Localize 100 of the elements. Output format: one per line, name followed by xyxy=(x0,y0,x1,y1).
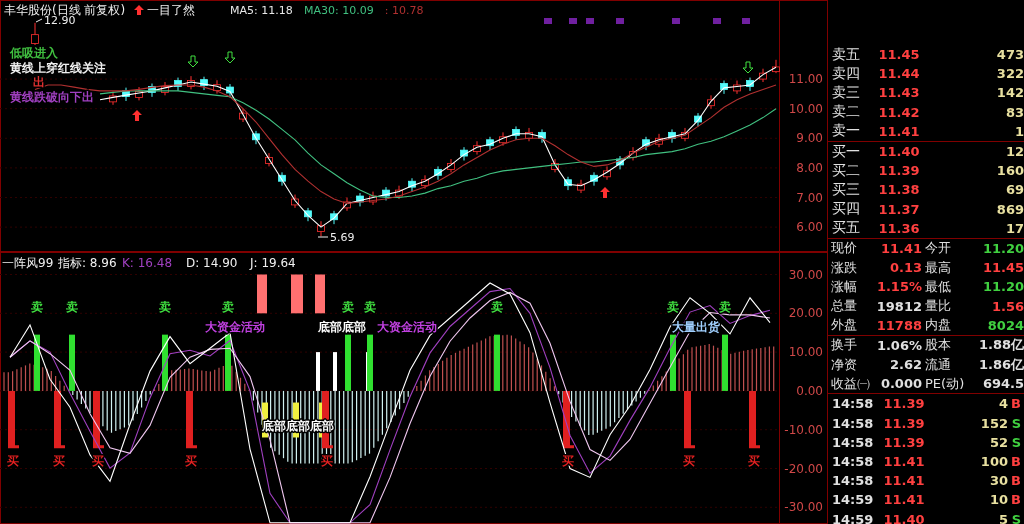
axis-label: 7.00 xyxy=(796,190,823,205)
trade-price: 11.41 xyxy=(882,473,926,489)
sell-signal-label: 卖 xyxy=(667,300,679,315)
order-price: 11.44 xyxy=(877,66,921,82)
signal-legend: 黄线跌破向下出 xyxy=(10,89,94,104)
trade-time: 14:59 xyxy=(831,511,874,524)
order-level-label: 买三 xyxy=(831,180,861,199)
order-level-label: 买四 xyxy=(831,200,861,219)
order-volume: 12 xyxy=(1004,144,1024,160)
stat-label: 净资 xyxy=(830,355,858,374)
axis-label: -30.00 xyxy=(784,500,823,515)
trade-time: 14:58 xyxy=(831,454,874,470)
trade-volume: 30 xyxy=(988,473,1008,489)
marker-icon xyxy=(672,18,680,24)
ma-legend: MA30: 10.09 xyxy=(304,4,374,17)
leader-line xyxy=(35,18,43,23)
indicator-value: K: 16.48 xyxy=(122,256,173,270)
trade-volume: 10 xyxy=(988,492,1008,508)
down-arrow-icon xyxy=(187,55,199,68)
trade-time: 14:58 xyxy=(831,473,874,489)
stat-value: 11.45 xyxy=(981,260,1024,276)
stat-label: 量比 xyxy=(924,297,952,316)
buy-signal-label: 买 xyxy=(683,453,695,468)
trade-price: 11.39 xyxy=(882,434,926,450)
stat-label: 流通 xyxy=(924,355,952,374)
axis-label: 0.00 xyxy=(796,383,823,398)
trade-volume: 4 xyxy=(997,396,1008,412)
stat-value: 694.5 xyxy=(981,376,1024,392)
stat-value: 0.000 xyxy=(879,376,922,392)
indicator-name: 一阵风99 xyxy=(2,256,54,270)
trade-time: 14:58 xyxy=(831,434,874,450)
low-price-label: 5.69 xyxy=(330,231,355,244)
marker-icon xyxy=(586,18,594,24)
down-arrow-icon xyxy=(742,61,754,74)
order-level-label: 卖三 xyxy=(831,83,861,102)
axis-label: 6.00 xyxy=(796,220,823,235)
trade-side: B xyxy=(1010,454,1022,470)
order-price: 11.43 xyxy=(877,85,921,101)
trade-time: 14:58 xyxy=(831,415,874,431)
signal-legend: 黄线上穿红线关注 xyxy=(10,60,106,75)
stat-label: 今开 xyxy=(924,239,952,258)
candlestick xyxy=(772,59,780,74)
signal-note: 底部底部 xyxy=(318,319,366,334)
axis-label: 9.00 xyxy=(796,131,823,146)
order-volume: 473 xyxy=(995,47,1024,63)
order-volume: 869 xyxy=(995,201,1024,217)
trade-side: S xyxy=(1010,511,1022,524)
indicator-value: 指标: 8.96 xyxy=(58,256,117,270)
chart-title: 丰华股份(日线 前复权) xyxy=(4,3,126,17)
order-volume: 69 xyxy=(1004,182,1024,198)
stat-label: 外盘 xyxy=(830,316,858,335)
trade-price: 11.39 xyxy=(882,415,926,431)
trade-time: 14:58 xyxy=(831,396,874,412)
sell-signal-label: 卖 xyxy=(364,300,376,315)
stat-value: 11788 xyxy=(875,317,922,333)
order-price: 11.39 xyxy=(877,163,921,179)
order-volume: 142 xyxy=(995,85,1024,101)
stat-value: 0.13 xyxy=(888,260,922,276)
stat-label: 最高 xyxy=(924,258,952,277)
order-level-label: 卖四 xyxy=(831,64,861,83)
stat-label: 收益㈠ xyxy=(830,374,871,393)
marker-icon xyxy=(742,18,750,24)
stat-value: 1.86亿 xyxy=(977,355,1024,374)
order-level-label: 买一 xyxy=(831,142,861,161)
sell-signal-label: 卖 xyxy=(31,300,43,315)
sell-signal-label: 卖 xyxy=(491,300,503,315)
signal-legend: 出 xyxy=(33,75,45,89)
trade-side: B xyxy=(1010,396,1022,412)
stat-value: 11.20 xyxy=(981,279,1024,295)
buy-signal-label: 买 xyxy=(53,453,65,468)
stat-value: 11.41 xyxy=(879,240,922,256)
stat-label: 换手 xyxy=(830,336,858,355)
indicator-name: 一目了然 xyxy=(147,3,195,17)
indicator-value: D: 14.90 xyxy=(186,256,238,270)
trade-side: S xyxy=(1010,415,1022,431)
up-arrow-icon xyxy=(132,110,142,121)
buy-signal-label: 买 xyxy=(185,453,197,468)
trade-price: 11.39 xyxy=(882,396,926,412)
trade-side: B xyxy=(1010,492,1022,508)
trade-side: B xyxy=(1010,473,1022,489)
order-price: 11.45 xyxy=(877,47,921,63)
order-volume: 83 xyxy=(1004,104,1024,120)
stat-label: 现价 xyxy=(830,239,858,258)
order-price: 11.37 xyxy=(877,201,921,217)
marker-icon xyxy=(713,18,721,24)
order-volume: 160 xyxy=(995,163,1024,179)
candlestick xyxy=(31,22,39,46)
order-level-label: 买二 xyxy=(831,161,861,180)
stat-label: 涨跌 xyxy=(830,258,858,277)
order-price: 11.36 xyxy=(877,220,921,236)
order-level-label: 卖一 xyxy=(831,122,861,141)
sell-signal-label: 卖 xyxy=(66,300,78,315)
stat-value: 1.06% xyxy=(875,337,922,353)
stat-label: PE(动) xyxy=(924,374,966,393)
signal-note: 大资金活动 xyxy=(205,319,265,334)
down-arrow-icon xyxy=(224,51,236,64)
trade-price: 11.41 xyxy=(882,492,926,508)
stat-value: 2.62 xyxy=(888,357,922,373)
stat-value: 8024 xyxy=(986,317,1024,333)
leader-line xyxy=(317,236,329,238)
